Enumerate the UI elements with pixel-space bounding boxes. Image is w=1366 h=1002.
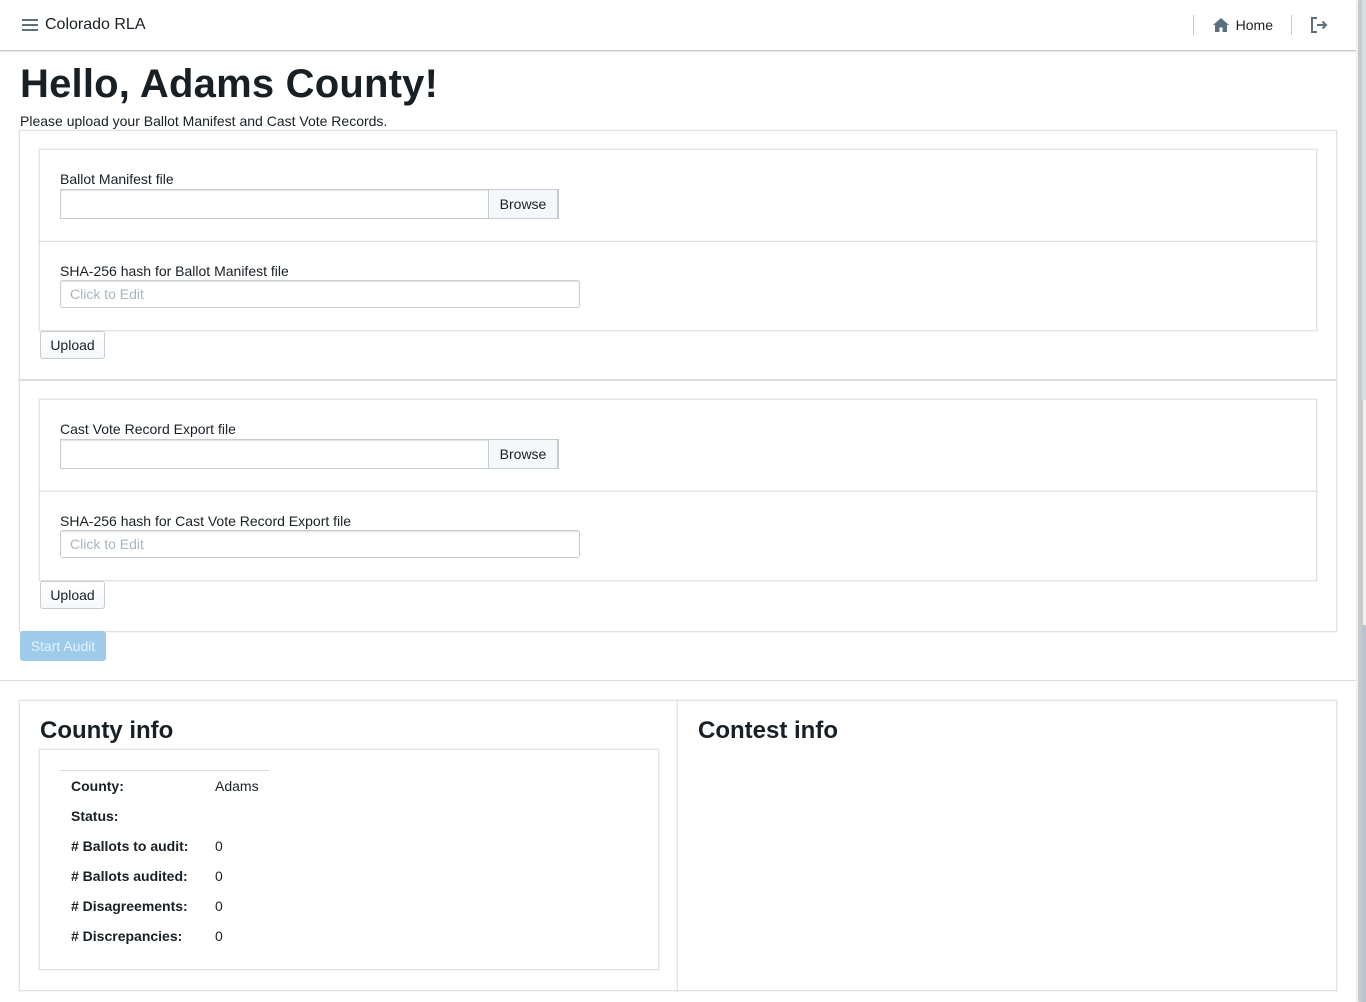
table-row: # Ballots to audit: 0 [60,831,270,861]
county-info-title: County info [40,717,174,744]
contest-info-panel: Contest info [677,700,1337,991]
row-value: 0 [215,898,223,914]
log-out-button[interactable] [1300,10,1338,40]
row-value: 0 [215,928,223,944]
county-info-table: County: Adams Status: # Ballots to audit:… [60,770,270,951]
page-title: Hello, Adams County! [20,62,439,106]
cvr-hash-input[interactable]: Click to Edit [60,530,580,558]
navbar-right: Home [1185,0,1338,50]
scrollbar-segment [1362,0,1366,400]
navbar-divider [1291,15,1292,35]
row-value [204,801,270,831]
table-row: # Discrepancies: 0 [60,921,270,951]
table-row: Status: [60,801,270,831]
cvr-file-label: Cast Vote Record Export file [60,421,236,437]
ballot-manifest-file-label: Ballot Manifest file [60,171,174,187]
app-title: Colorado RLA [45,16,146,33]
row-key: # Disagreements: [71,898,188,914]
row-key: # Ballots audited: [71,868,188,884]
menu-icon[interactable] [20,15,40,35]
home-icon [1212,16,1230,34]
row-key: # Discrepancies: [71,928,183,944]
cvr-browse-button[interactable]: Browse [488,439,558,469]
scrollbar-thumb[interactable] [1362,625,1366,1002]
ballot-manifest-file-card: Ballot Manifest file Browse [39,149,1317,242]
ballot-manifest-upload-button[interactable]: Upload [40,331,105,359]
county-info-card: County: Adams Status: # Ballots to audit:… [39,749,659,970]
home-label: Home [1235,17,1273,33]
row-value: Adams [204,770,270,801]
navbar: Colorado RLA Home [0,0,1356,51]
navbar-divider [1192,15,1194,35]
ballot-manifest-file-input[interactable]: Browse [60,189,559,219]
cvr-file-input[interactable]: Browse [60,439,559,469]
table-row: # Disagreements: 0 [60,891,270,921]
table-row: County: Adams [60,770,270,801]
cvr-hash-card: SHA-256 hash for Cast Vote Record Export… [39,491,1317,581]
home-button[interactable]: Home [1202,10,1283,40]
table-row: # Ballots audited: 0 [60,861,270,891]
ballot-manifest-hash-label: SHA-256 hash for Ballot Manifest file [60,263,289,279]
row-key: Status: [71,808,119,824]
navbar-left: Colorado RLA [20,0,146,50]
contest-info-title: Contest info [698,717,838,744]
cvr-upload-button[interactable]: Upload [40,581,105,609]
cvr-hash-label: SHA-256 hash for Cast Vote Record Export… [60,513,352,529]
row-key: # Ballots to audit: [71,838,189,854]
page-scrollbar[interactable] [1356,0,1366,1002]
ballot-manifest-hash-card: SHA-256 hash for Ballot Manifest file Cl… [39,241,1317,331]
start-audit-button[interactable]: Start Audit [20,631,106,661]
cvr-file-card: Cast Vote Record Export file Browse [39,399,1317,492]
section-divider [0,680,1356,681]
row-value: 0 [215,868,223,884]
ballot-manifest-hash-input[interactable]: Click to Edit [60,280,580,308]
row-key: County: [60,770,204,801]
row-value: 0 [215,838,223,854]
log-out-icon [1310,16,1328,34]
ballot-manifest-browse-button[interactable]: Browse [488,189,558,219]
intro-text: Please upload your Ballot Manifest and C… [20,113,388,129]
